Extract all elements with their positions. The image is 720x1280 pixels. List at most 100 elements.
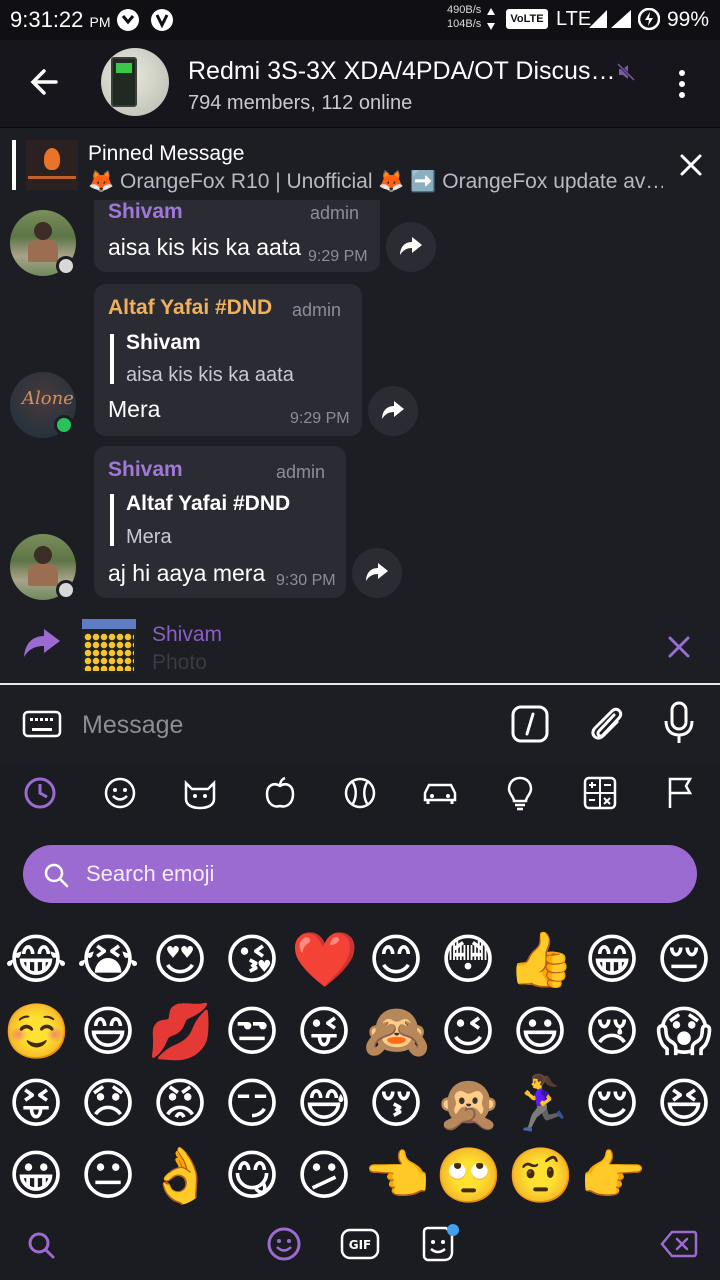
emoji-item[interactable]: 🙊 [435, 1071, 502, 1137]
share-button[interactable] [352, 548, 402, 598]
reply-sender[interactable]: Altaf Yafai #DND [126, 492, 290, 516]
emoji-item[interactable]: 😜 [291, 999, 357, 1065]
group-avatar[interactable] [101, 48, 169, 116]
emoji-item[interactable]: 😒 [219, 999, 285, 1065]
message-bubble[interactable]: Altaf Yafai #DND admin Shivam aisa kis k… [94, 284, 362, 436]
message-sender[interactable]: Altaf Yafai #DND [108, 296, 272, 320]
emoji-item[interactable]: 😁 [579, 927, 645, 993]
emoji-item[interactable]: 😀 [3, 1143, 69, 1209]
search-icon[interactable] [26, 1230, 56, 1260]
food-icon[interactable] [260, 773, 300, 813]
admin-tag: admin [310, 203, 360, 223]
more-options-icon[interactable] [672, 68, 692, 100]
message-sender[interactable]: Shivam [108, 200, 183, 224]
emoji-item[interactable]: 🤨 [507, 1143, 574, 1209]
message-sender[interactable]: Shivam [108, 458, 183, 482]
emoji-search-placeholder: Search emoji [86, 861, 215, 886]
cancel-reply-icon[interactable] [666, 634, 692, 660]
emoji-item[interactable]: 😌 [579, 1071, 645, 1137]
message-bubble[interactable]: Shivam admin Altaf Yafai #DND Mera aj hi… [94, 446, 346, 598]
emoji-item[interactable]: 😊 [363, 927, 429, 993]
objects-icon[interactable] [500, 773, 540, 813]
reply-preview[interactable]: Shivam Photo [0, 605, 720, 683]
travel-icon[interactable] [420, 773, 460, 813]
emoji-item[interactable]: 👉 [579, 1143, 646, 1209]
group-title[interactable]: Redmi 3S-3X XDA/4PDA/OT Discus… [188, 57, 613, 86]
emoji-bottom-bar: GIF [0, 1210, 720, 1280]
emoji-item[interactable]: 😏 [219, 1071, 285, 1137]
emoji-item[interactable]: 😞 [75, 1071, 141, 1137]
emoji-item[interactable]: 😃 [507, 999, 573, 1065]
microphone-icon[interactable] [662, 701, 696, 745]
emoji-item[interactable]: 😋 [219, 1143, 285, 1209]
emoji-item[interactable]: 🙄 [435, 1143, 502, 1209]
emoji-item[interactable]: 😐 [75, 1143, 141, 1209]
emoji-item[interactable]: 😔 [651, 927, 717, 993]
animal-icon[interactable] [180, 773, 220, 813]
share-button[interactable] [368, 386, 418, 436]
pinned-thumbnail [26, 140, 78, 190]
sticker-icon[interactable] [418, 1224, 462, 1264]
emoji-item[interactable]: 👈 [363, 1143, 430, 1209]
emoji-item[interactable]: 😳 [435, 927, 501, 993]
emoji-item[interactable]: 🙈 [363, 999, 430, 1065]
reply-indicator [110, 334, 114, 384]
symbols-icon[interactable] [580, 773, 620, 813]
emoji-item[interactable]: 😘 [219, 927, 285, 993]
signal-icon-2 [611, 10, 631, 28]
reply-sender[interactable]: Shivam [126, 331, 201, 355]
search-icon [44, 863, 69, 888]
reply-text: aisa kis kis ka aata [126, 364, 294, 386]
emoji-item[interactable]: 👍 [507, 927, 574, 993]
share-icon [400, 237, 422, 255]
offline-status-dot [56, 256, 76, 276]
emoji-item[interactable]: ❤️ [291, 927, 358, 993]
share-icon [382, 401, 404, 419]
flags-icon[interactable] [660, 773, 700, 813]
emoji-item[interactable]: 😆 [651, 1071, 717, 1137]
emoji-item[interactable]: 👌 [147, 1143, 214, 1209]
attach-icon[interactable] [586, 703, 626, 745]
pinned-message[interactable]: Pinned Message 🦊 OrangeFox R10 | Unoffic… [0, 128, 720, 200]
message-input-bar: Message [0, 685, 720, 763]
emoji-item[interactable]: 😚 [363, 1071, 429, 1137]
message-time: 9:29 PM [290, 410, 350, 427]
emoji-item[interactable]: 😉 [435, 999, 501, 1065]
data-arrows-icon [487, 8, 495, 30]
backspace-icon[interactable] [660, 1230, 698, 1258]
emoji-item[interactable]: 😱 [651, 999, 717, 1065]
share-icon [366, 563, 388, 581]
sports-icon[interactable] [340, 773, 380, 813]
emoji-item[interactable]: 🏃‍♀️ [507, 1071, 574, 1137]
share-button[interactable] [386, 222, 436, 272]
reply-indicator [110, 494, 114, 546]
emoji-item[interactable]: 😍 [147, 927, 213, 993]
message-list[interactable]: Shivam admin aisa kis kis ka aata 9:29 P… [0, 200, 720, 605]
emoji-item[interactable]: 😄 [75, 999, 141, 1065]
emoji-item[interactable]: 😕 [291, 1143, 357, 1209]
smiley-icon[interactable] [100, 773, 140, 813]
recent-icon[interactable] [20, 773, 60, 813]
emoji-item[interactable]: 😭 [75, 927, 141, 993]
gif-icon[interactable]: GIF [340, 1228, 380, 1260]
back-arrow-icon[interactable] [26, 62, 66, 102]
message-bubble[interactable]: Shivam admin aisa kis kis ka aata 9:29 P… [94, 200, 380, 272]
emoji-item[interactable]: 😅 [291, 1071, 357, 1137]
status-time: 9:31:22 PM [10, 7, 111, 32]
close-icon[interactable] [678, 152, 704, 178]
chat-header: Redmi 3S-3X XDA/4PDA/OT Discus… 794 memb… [0, 40, 720, 128]
battery-level: 99% [667, 8, 710, 31]
emoji-item[interactable]: 😝 [3, 1071, 69, 1137]
forward-icon [24, 629, 60, 657]
message-input[interactable]: Message [82, 711, 183, 740]
emoji-item[interactable]: ☺️ [3, 999, 70, 1065]
emoji-item[interactable]: 😢 [579, 999, 645, 1065]
pinned-label: Pinned Message [88, 142, 245, 165]
emoji-tab-icon[interactable] [266, 1226, 302, 1262]
keyboard-icon[interactable] [22, 709, 62, 739]
bot-command-icon[interactable] [511, 705, 549, 743]
emoji-search-input[interactable]: Search emoji [23, 845, 697, 903]
emoji-item[interactable]: 😡 [147, 1071, 213, 1137]
emoji-item[interactable]: 💋 [147, 999, 214, 1065]
emoji-item[interactable]: 😂 [3, 927, 69, 993]
